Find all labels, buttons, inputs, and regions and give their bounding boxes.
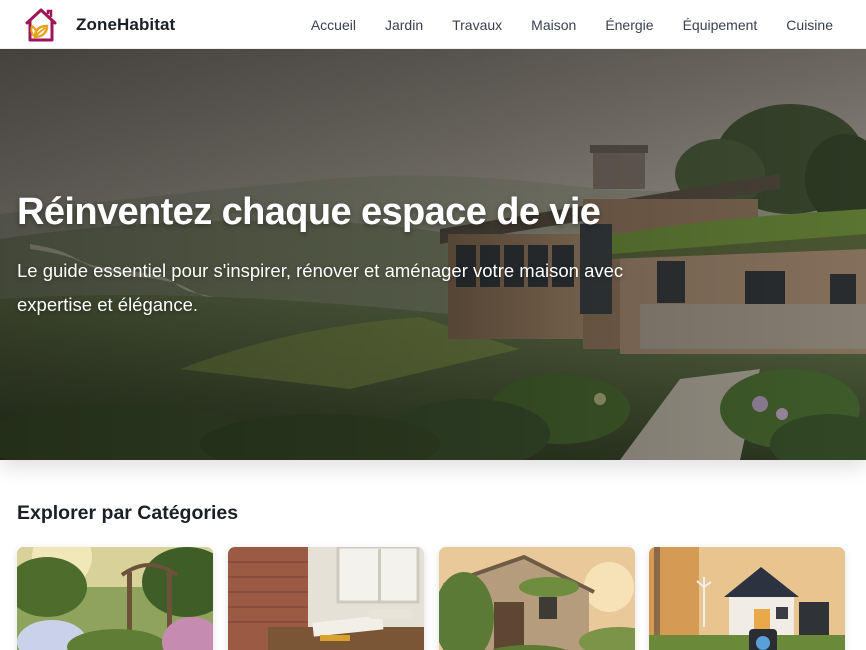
nav-item-equipement[interactable]: Équipement	[683, 17, 758, 33]
nav-item-travaux[interactable]: Travaux	[452, 17, 502, 33]
stone-house-photo	[439, 547, 635, 650]
main-nav: Accueil Jardin Travaux Maison Énergie Éq…	[311, 0, 833, 49]
brand-name: ZoneHabitat	[76, 15, 176, 34]
solar-house-photo	[649, 547, 845, 650]
brand-link[interactable]: ZoneHabitat	[22, 6, 175, 44]
hero-banner: Réinventez chaque espace de vie Le guide…	[0, 49, 866, 460]
house-leaf-logo-icon	[25, 8, 57, 42]
renovation-photo	[228, 547, 424, 650]
hero-title: Réinventez chaque espace de vie	[17, 191, 601, 233]
nav-item-accueil[interactable]: Accueil	[311, 17, 356, 33]
category-card-solar-house[interactable]	[649, 547, 845, 650]
nav-item-cuisine[interactable]: Cuisine	[786, 17, 833, 33]
categories-grid	[17, 547, 847, 650]
nav-item-jardin[interactable]: Jardin	[385, 17, 423, 33]
hero-subtitle: Le guide essentiel pour s'inspirer, réno…	[17, 260, 624, 315]
site-header: ZoneHabitat Accueil Jardin Travaux Maiso…	[0, 0, 866, 49]
category-card-renovation[interactable]	[228, 547, 424, 650]
category-card-stone-house[interactable]	[439, 547, 635, 650]
garden-photo	[17, 547, 213, 650]
categories-title: Explorer par Catégories	[17, 502, 239, 524]
nav-item-maison[interactable]: Maison	[531, 17, 576, 33]
nav-item-energie[interactable]: Énergie	[605, 17, 653, 33]
category-card-garden[interactable]	[17, 547, 213, 650]
